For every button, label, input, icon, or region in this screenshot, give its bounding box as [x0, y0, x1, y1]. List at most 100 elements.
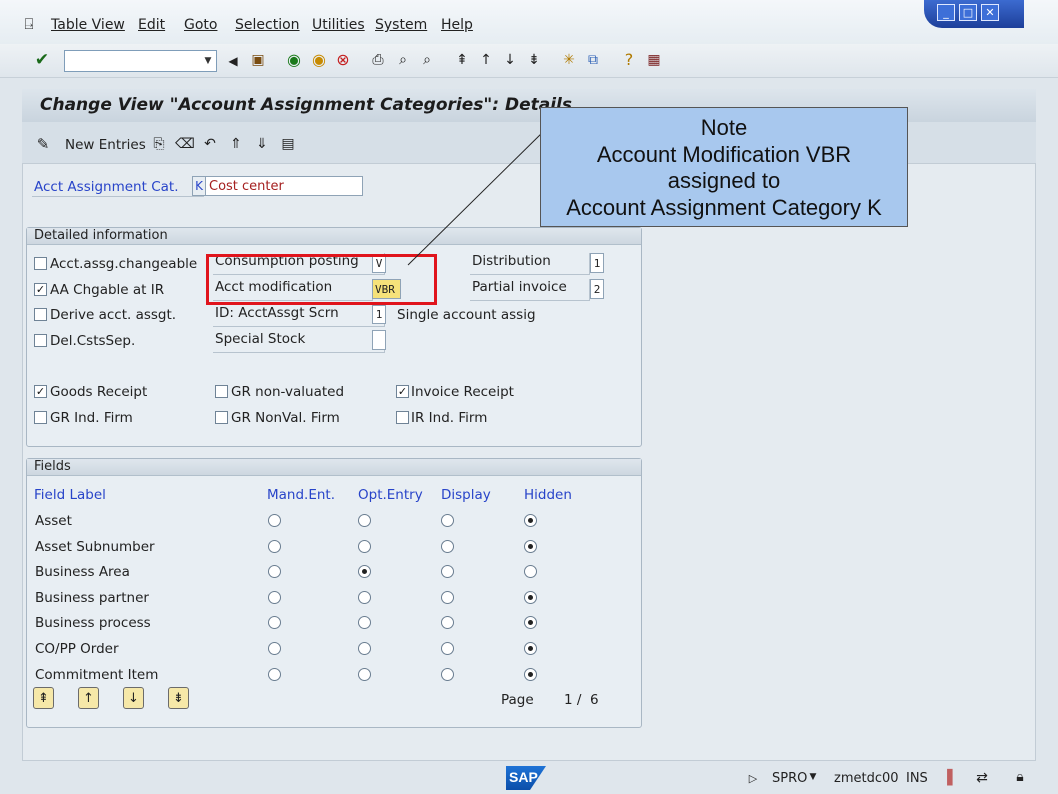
callout-line [407, 128, 547, 266]
maximize-icon[interactable]: □ [959, 4, 977, 21]
next-entry-icon[interactable]: ⇓ [253, 135, 271, 153]
first-page-icon[interactable]: ⇞ [453, 51, 471, 69]
radio-hidden[interactable] [524, 642, 537, 655]
exit-icon[interactable]: ◉ [310, 51, 328, 69]
note-line-3: assigned to [667, 168, 781, 193]
radio-hidden[interactable] [524, 667, 537, 681]
acct-assignment-cat-label: Acct Assignment Cat. [34, 179, 179, 195]
previous-page-icon[interactable]: ↑ [477, 51, 495, 69]
back-icon[interactable]: ◉ [285, 51, 303, 69]
last-page-icon[interactable]: ⇟ [525, 51, 543, 69]
find-icon[interactable]: ⌕ [394, 51, 412, 69]
next-page-icon[interactable]: ↓ [501, 51, 519, 69]
cancel-icon[interactable]: ⊗ [334, 51, 352, 69]
acct-assignment-cat-description: Cost center [205, 176, 363, 196]
radio-mand-ent[interactable] [268, 539, 281, 553]
invoice-receipt-label: Invoice Receipt [411, 384, 514, 400]
id-acctassgt-scrn-field[interactable]: 1 [372, 305, 386, 324]
field-row-label: Business partner [35, 589, 149, 606]
minimize-icon[interactable]: _ [937, 4, 955, 21]
menu-selection[interactable]: Selection [235, 17, 300, 33]
aa-chgable-at-ir-checkbox[interactable]: ✓ [34, 283, 47, 296]
help-icon[interactable]: ? [620, 51, 638, 69]
previous-page-button[interactable]: ↑ [78, 687, 99, 709]
radio-display[interactable] [441, 667, 454, 681]
menu-utilities[interactable]: Utilities [312, 17, 365, 33]
radio-display[interactable] [441, 539, 454, 553]
gr-non-valuated-checkbox[interactable] [215, 385, 228, 398]
radio-mand-ent[interactable] [268, 667, 281, 681]
new-entries-button[interactable]: New Entries [65, 137, 146, 153]
shortcut-icon[interactable]: ⧉ [584, 51, 602, 69]
new-entries-icon[interactable]: ✎ [33, 135, 53, 153]
gr-non-valuated-label: GR non-valuated [231, 384, 345, 400]
radio-mand-ent[interactable] [268, 514, 281, 527]
print-icon[interactable]: ⎙ [369, 51, 387, 69]
status-expand-icon[interactable]: ▷ [748, 771, 758, 785]
goods-receipt-checkbox[interactable]: ✓ [34, 385, 47, 398]
gr-ind-firm-label: GR Ind. Firm [50, 410, 133, 426]
status-transaction[interactable]: SPRO [772, 771, 807, 786]
acct-assg-changeable-checkbox[interactable] [34, 257, 47, 270]
menu-goto[interactable]: Goto [184, 17, 217, 33]
menu-table-view[interactable]: Table View [51, 17, 125, 33]
create-session-icon[interactable]: ✳ [560, 51, 578, 69]
menu-system[interactable]: System [375, 17, 427, 33]
ir-ind-firm-label: IR Ind. Firm [411, 410, 488, 426]
derive-acct-checkbox[interactable] [34, 308, 47, 321]
command-field[interactable]: ▼ [64, 50, 217, 72]
radio-opt-entry[interactable] [358, 539, 371, 553]
chevron-down-icon[interactable]: ▼ [200, 51, 216, 71]
status-settings-icon[interactable]: ⇄ [973, 770, 991, 786]
chevron-down-icon[interactable]: ▼ [808, 771, 818, 783]
partial-invoice-field[interactable]: 2 [590, 279, 604, 299]
previous-entry-icon[interactable]: ⇑ [227, 135, 245, 153]
gr-nonval-firm-checkbox[interactable] [215, 411, 228, 424]
status-log-icon[interactable]: ▐ [940, 770, 954, 786]
lock-icon[interactable]: 🔒︎ [1012, 768, 1028, 786]
status-server: zmetdc00 [834, 771, 899, 786]
status-mode[interactable]: INS [906, 771, 928, 786]
radio-mand-ent[interactable] [268, 590, 281, 604]
acct-assignment-cat-field[interactable]: K [192, 176, 206, 196]
special-stock-field[interactable] [372, 330, 386, 350]
radio-hidden[interactable] [524, 539, 537, 553]
customize-layout-icon[interactable]: ▦ [645, 51, 663, 69]
field-row-label: Commitment Item [35, 666, 159, 683]
gr-ind-firm-checkbox[interactable] [34, 411, 47, 424]
menu-edit[interactable]: Edit [138, 17, 165, 33]
radio-display[interactable] [441, 590, 454, 604]
next-page-button[interactable]: ↓ [123, 687, 144, 709]
del-csts-sep-checkbox[interactable] [34, 334, 47, 347]
undo-change-icon[interactable]: ↶ [201, 135, 219, 153]
distribution-field[interactable]: 1 [590, 253, 604, 273]
ir-ind-firm-checkbox[interactable] [396, 411, 409, 424]
radio-mand-ent[interactable] [268, 642, 281, 655]
copy-as-icon[interactable]: ⎘ [150, 135, 168, 153]
enter-check-icon[interactable]: ✔ [33, 51, 51, 69]
save-icon[interactable]: ▣ [249, 51, 267, 69]
close-window-icon[interactable]: ✕ [981, 4, 999, 21]
radio-opt-entry[interactable] [358, 642, 371, 655]
last-page-button[interactable]: ⇟ [168, 687, 189, 709]
radio-opt-entry[interactable] [358, 514, 371, 527]
radio-hidden[interactable] [524, 590, 537, 604]
note-line-2: Account Modification VBR [596, 141, 852, 167]
menu-exit-icon[interactable]: ⍈ [20, 15, 38, 33]
id-acctassgt-scrn-text: Single account assig [397, 307, 536, 323]
note-line-1: Note [700, 115, 748, 140]
delete-icon[interactable]: ⌫ [175, 135, 195, 153]
find-next-icon[interactable]: ⌕ [418, 51, 436, 69]
invoice-receipt-checkbox[interactable]: ✓ [396, 385, 409, 398]
radio-opt-entry[interactable] [358, 590, 371, 604]
radio-display[interactable] [441, 642, 454, 655]
del-csts-sep-label: Del.CstsSep. [50, 333, 136, 349]
radio-display[interactable] [441, 514, 454, 527]
first-page-button[interactable]: ⇞ [33, 687, 54, 709]
select-all-icon[interactable]: ▤ [279, 135, 297, 153]
radio-opt-entry[interactable] [358, 667, 371, 681]
radio-hidden[interactable] [524, 514, 537, 527]
menu-help[interactable]: Help [441, 17, 473, 33]
triangle-left-icon[interactable]: ◀ [227, 52, 239, 69]
derive-acct-label: Derive acct. assgt. [50, 307, 177, 323]
